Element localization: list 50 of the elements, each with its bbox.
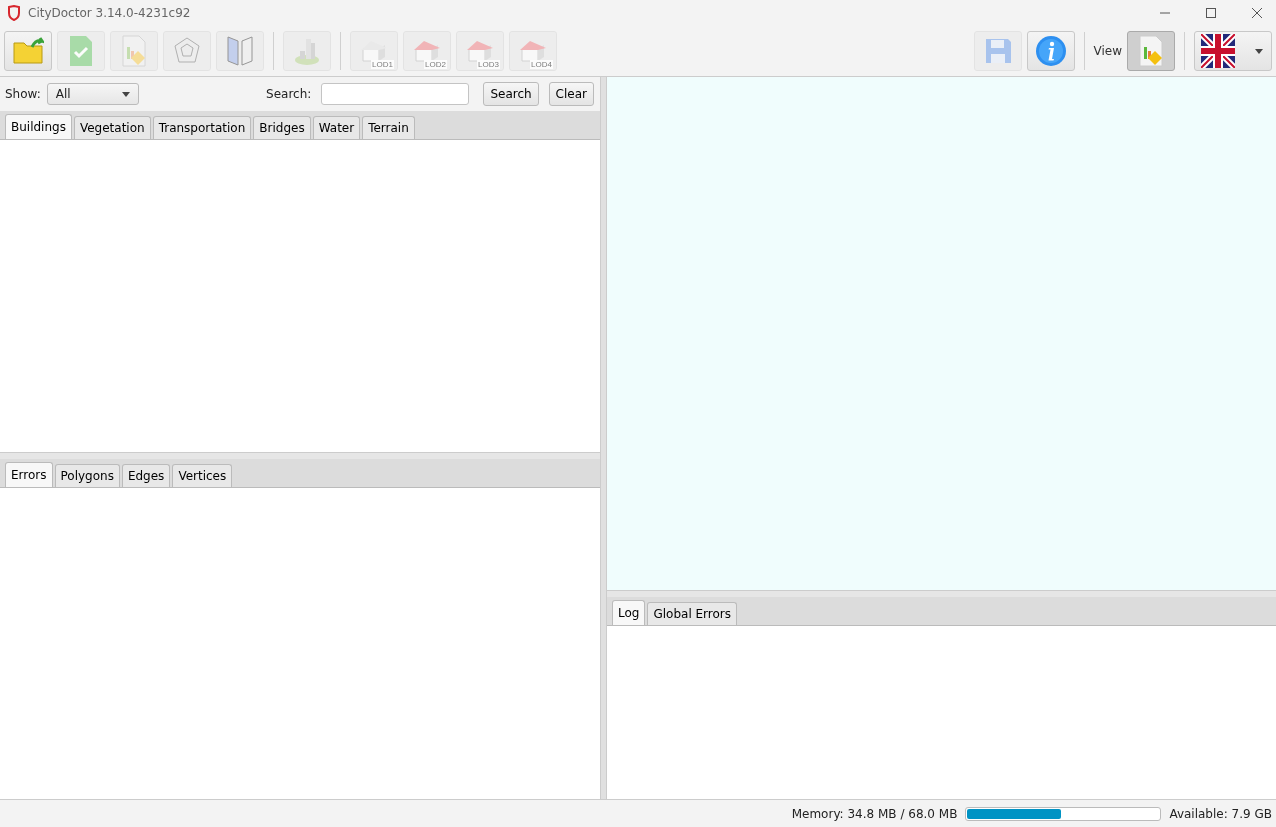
search-button[interactable]: Search [483, 82, 539, 106]
tab[interactable]: Edges [121, 463, 171, 487]
open-button[interactable] [4, 31, 52, 71]
window-title: CityDoctor 3.14.0-4231c92 [28, 6, 191, 20]
report-icon [1137, 35, 1165, 67]
dodecahedron-icon [172, 36, 202, 66]
lod-label: LOD4 [530, 60, 553, 69]
tab[interactable]: Errors [5, 461, 53, 487]
house-icon [467, 40, 493, 62]
report-icon [120, 35, 148, 67]
splitter[interactable] [0, 451, 600, 459]
info-icon [1034, 35, 1067, 67]
lod-label: LOD1 [371, 60, 394, 69]
show-label: Show: [5, 87, 41, 101]
maximize-icon[interactable] [1205, 7, 1217, 19]
lod-label: LOD2 [424, 60, 447, 69]
tab[interactable]: Bridges [253, 116, 311, 139]
tab[interactable]: Vegetation [73, 116, 151, 139]
splitter[interactable] [600, 77, 607, 799]
show-dropdown[interactable]: All [46, 83, 139, 105]
caret-icon [1255, 49, 1263, 54]
tab[interactable]: Buildings [5, 114, 72, 139]
view-label: View [1093, 44, 1122, 58]
union-jack-flag-icon [1201, 34, 1235, 68]
tab[interactable]: Global Errors [647, 602, 738, 625]
caret-icon [121, 91, 130, 97]
available-text: Available: 7.9 GB [1169, 806, 1272, 821]
document-check-icon [67, 35, 95, 67]
view-report-button[interactable] [1127, 31, 1175, 71]
tab[interactable]: Terrain [362, 116, 415, 139]
search-field[interactable] [321, 83, 470, 105]
language-dropdown[interactable] [1194, 31, 1272, 71]
tab[interactable]: Vertices [172, 463, 233, 487]
house-icon [520, 40, 546, 62]
folder-icon [12, 37, 44, 65]
tab[interactable]: Log [612, 600, 646, 625]
search-label: Search: [266, 87, 312, 101]
3d-viewer[interactable] [607, 77, 1276, 590]
clear-button[interactable]: Clear [548, 82, 594, 106]
tab[interactable]: Water [312, 116, 361, 139]
splitter[interactable] [607, 590, 1276, 597]
memory-text: Memory: 34.8 MB / 68.0 MB [791, 806, 958, 821]
shield-icon [7, 5, 21, 21]
lod-label: LOD3 [477, 60, 500, 69]
tab[interactable]: Transportation [152, 116, 252, 139]
house-icon [414, 40, 440, 62]
close-icon[interactable] [1251, 7, 1263, 19]
planes-icon [225, 35, 255, 67]
tab[interactable]: Polygons [54, 463, 120, 487]
info-button[interactable] [1026, 31, 1075, 71]
